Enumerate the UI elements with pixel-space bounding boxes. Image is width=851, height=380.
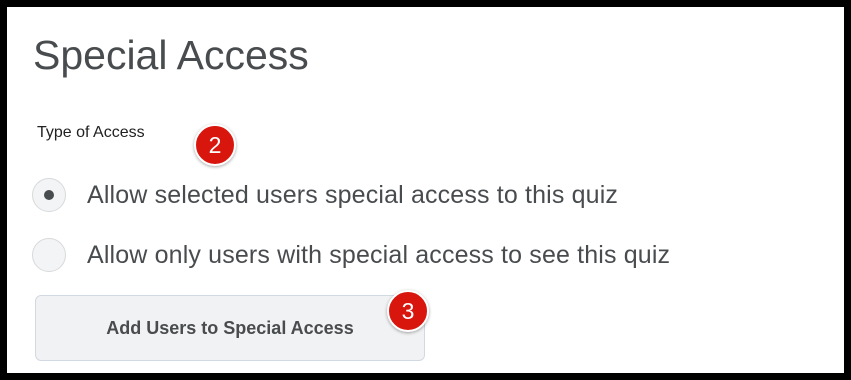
screenshot-frame: Special Access Type of Access Allow sele…	[0, 0, 851, 380]
radio-label-allow-selected-users: Allow selected users special access to t…	[87, 180, 619, 209]
radio-selected-dot-icon	[44, 190, 54, 200]
radio-button-selected[interactable]	[32, 178, 66, 212]
page-title: Special Access	[33, 32, 309, 78]
radio-allow-selected-users[interactable]: Allow selected users special access to t…	[32, 175, 618, 215]
radio-label-allow-only-special-users: Allow only users with special access to …	[87, 240, 671, 269]
add-users-to-special-access-button[interactable]: Add Users to Special Access	[35, 295, 425, 361]
radio-button-unselected[interactable]	[32, 238, 66, 272]
step-3-badge: 3	[387, 290, 429, 332]
type-of-access-label: Type of Access	[37, 124, 145, 141]
step-2-badge: 2	[194, 124, 236, 166]
radio-allow-only-special-users[interactable]: Allow only users with special access to …	[32, 235, 670, 275]
